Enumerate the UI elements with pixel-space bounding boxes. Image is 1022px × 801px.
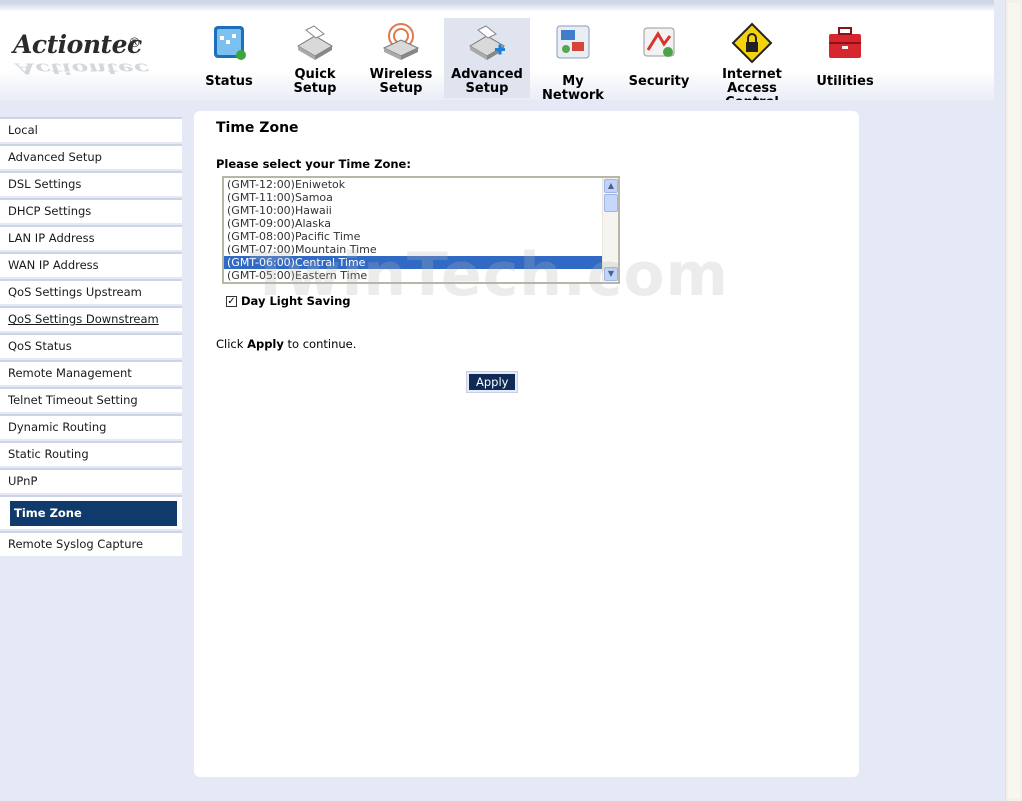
- status-icon: [214, 26, 246, 60]
- tab-utilities-label: Utilities: [816, 74, 874, 89]
- my-network-icon: [556, 25, 590, 59]
- logo-reflection: Actiontec: [16, 59, 150, 78]
- sidebar-item-time-zone[interactable]: Time Zone: [0, 495, 183, 529]
- daylight-saving-row: ✓ Day Light Saving: [226, 294, 351, 308]
- actiontec-logo: Actiontec Actiontec ®: [8, 24, 150, 86]
- timezone-option[interactable]: (GMT-09:00)Alaska: [224, 217, 618, 230]
- sidebar-item-remote-syslog[interactable]: Remote Syslog Capture: [0, 531, 183, 556]
- sidebar-menu: Local Advanced Setup DSL Settings DHCP S…: [0, 117, 183, 558]
- sidebar-item-static-routing[interactable]: Static Routing: [0, 441, 183, 466]
- tab-my-network-label: My Network: [542, 74, 604, 103]
- timezone-option[interactable]: (GMT-07:00)Mountain Time: [224, 243, 618, 256]
- sidebar-item-wan-ip-address[interactable]: WAN IP Address: [0, 252, 183, 277]
- tab-my-network[interactable]: My Network: [530, 18, 616, 103]
- tab-security-label: Security: [628, 74, 690, 89]
- scroll-down-arrow-icon[interactable]: ▼: [604, 267, 618, 281]
- daylight-saving-label: Day Light Saving: [241, 294, 351, 308]
- tab-internet-access-control[interactable]: Internet Access Control: [702, 18, 802, 110]
- timezone-listbox[interactable]: (GMT-12:00)Eniwetok (GMT-11:00)Samoa (GM…: [222, 176, 620, 284]
- top-navigation: Status Quick Setup Wireless Setup Advanc…: [186, 18, 888, 110]
- sidebar-item-dsl-settings[interactable]: DSL Settings: [0, 171, 183, 196]
- tab-advanced-setup[interactable]: Advanced Setup: [444, 18, 530, 98]
- tab-status-label: Status: [205, 74, 253, 89]
- timezone-prompt: Please select your Time Zone:: [216, 157, 411, 171]
- tab-status[interactable]: Status: [186, 18, 272, 98]
- timezone-option[interactable]: (GMT-08:00)Pacific Time: [224, 230, 618, 243]
- timezone-option[interactable]: (GMT-11:00)Samoa: [224, 191, 618, 204]
- tab-security[interactable]: Security: [616, 18, 702, 98]
- sidebar-item-telnet-timeout[interactable]: Telnet Timeout Setting: [0, 387, 183, 412]
- advanced-setup-icon: [469, 25, 505, 60]
- sidebar-item-qos-downstream[interactable]: QoS Settings Downstream: [0, 306, 183, 331]
- tab-quick-setup-label: Quick Setup: [293, 67, 337, 96]
- sidebar-item-qos-status[interactable]: QoS Status: [0, 333, 183, 358]
- apply-button[interactable]: Apply: [469, 374, 516, 390]
- sidebar-item-dynamic-routing[interactable]: Dynamic Routing: [0, 414, 183, 439]
- toolbox-icon: [829, 27, 861, 58]
- tab-wireless-setup[interactable]: Wireless Setup: [358, 18, 444, 98]
- timezone-scrollbar[interactable]: ▲ ▼: [602, 178, 618, 282]
- page-scrollbar-track[interactable]: [1008, 3, 1020, 798]
- security-icon: [643, 27, 675, 57]
- timezone-option[interactable]: (GMT-10:00)Hawaii: [224, 204, 618, 217]
- header: Actiontec Actiontec ® Status Quick Setup: [0, 0, 994, 110]
- tab-advanced-setup-label: Advanced Setup: [451, 67, 523, 96]
- apply-hint: Click Apply to continue.: [216, 337, 356, 351]
- sidebar-item-remote-management[interactable]: Remote Management: [0, 360, 183, 385]
- hint-prefix: Click: [216, 337, 248, 351]
- scroll-up-arrow-icon[interactable]: ▲: [604, 179, 618, 193]
- page-title: Time Zone: [216, 120, 299, 136]
- sidebar-item-lan-ip-address[interactable]: LAN IP Address: [0, 225, 183, 250]
- lock-icon: [731, 22, 773, 64]
- wireless-icon: [382, 23, 420, 60]
- sidebar-item-advanced-setup[interactable]: Advanced Setup: [0, 144, 183, 169]
- sidebar-item-time-zone-label: Time Zone: [10, 501, 177, 526]
- sidebar-item-upnp[interactable]: UPnP: [0, 468, 183, 493]
- logo-brand-text: Actiontec: [13, 30, 142, 59]
- tab-wireless-setup-label: Wireless Setup: [369, 67, 433, 96]
- sidebar-item-dhcp-settings[interactable]: DHCP Settings: [0, 198, 183, 223]
- content-panel: Time Zone Please select your Time Zone: …: [194, 111, 859, 777]
- timezone-option[interactable]: (GMT-05:00)Eastern Time: [224, 269, 618, 282]
- logo-registered-mark: ®: [128, 36, 141, 51]
- apply-button-wrap: Apply: [466, 371, 519, 393]
- hint-bold: Apply: [247, 337, 284, 351]
- timezone-option[interactable]: (GMT-12:00)Eniwetok: [224, 178, 618, 191]
- daylight-saving-checkbox[interactable]: ✓: [226, 295, 237, 307]
- sidebar-item-qos-upstream[interactable]: QoS Settings Upstream: [0, 279, 183, 304]
- quick-setup-icon: [297, 25, 333, 60]
- sidebar-item-local[interactable]: Local: [0, 117, 183, 142]
- hint-suffix: to continue.: [283, 337, 357, 351]
- scroll-thumb[interactable]: [604, 194, 618, 212]
- tab-quick-setup[interactable]: Quick Setup: [272, 18, 358, 98]
- tab-utilities[interactable]: Utilities: [802, 18, 888, 98]
- page-scrollbar[interactable]: [1005, 0, 1022, 801]
- timezone-option-selected[interactable]: (GMT-06:00)Central Time: [224, 256, 618, 269]
